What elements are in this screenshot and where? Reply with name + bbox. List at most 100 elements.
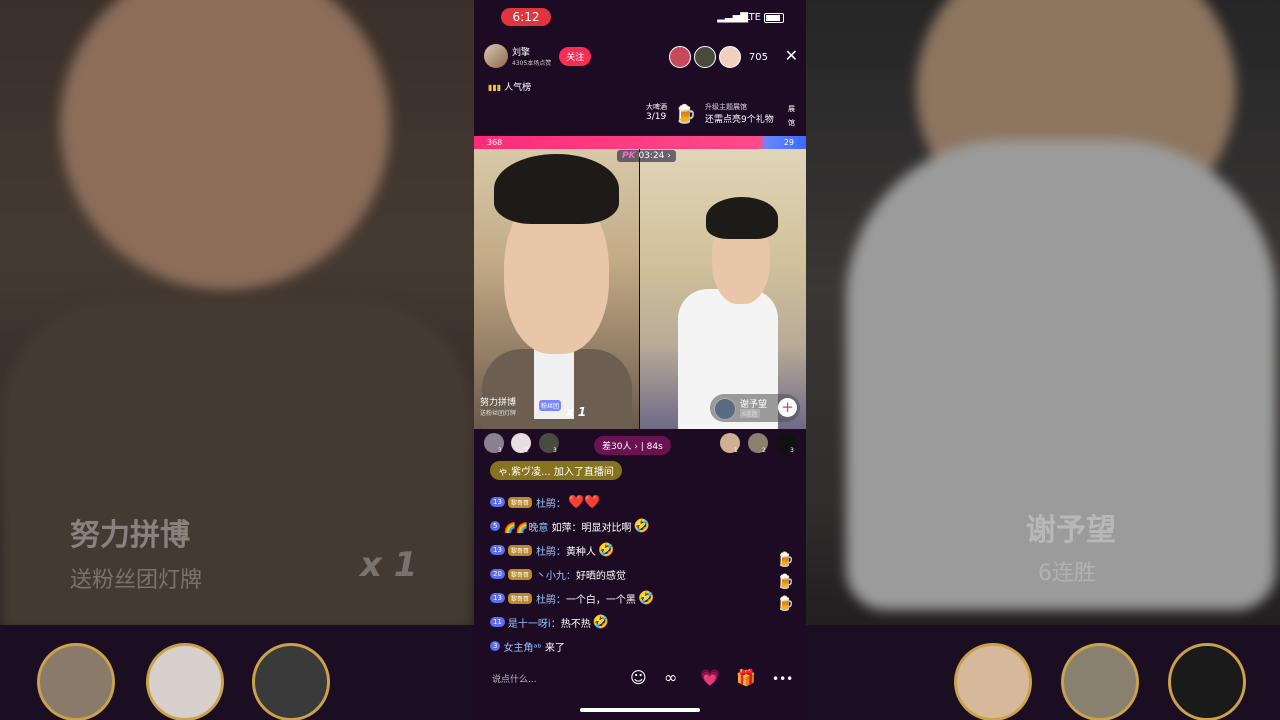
input-bar: 说点什么... ☺ ∞ 💗 🎁 •••	[474, 664, 806, 694]
hair-shape	[706, 197, 778, 239]
chat-username[interactable]: 杜鹃：	[536, 543, 566, 558]
host-info[interactable]: 刘擎 4305本场点赞 关注	[484, 44, 592, 68]
score-difference[interactable]: 差30人 › | 84s	[594, 436, 671, 455]
pk-right-score: 29	[783, 138, 794, 147]
event-line1: 升级主题展馆	[705, 103, 747, 111]
chat-text: 热不热	[560, 618, 591, 630]
chat-username[interactable]: 🌈🌈晚意	[503, 519, 548, 534]
host-text: 刘擎 4305本场点赞	[512, 45, 551, 67]
hair-shape	[494, 154, 619, 224]
exhibit-hall-link[interactable]: 展馆	[788, 102, 796, 130]
pk-timer[interactable]: PK 03:24 ›	[617, 150, 676, 162]
pk-left-score: 368	[487, 138, 503, 147]
chat-message[interactable]: 3 女主角ᵃᵇ 来了	[490, 634, 780, 658]
background-multiplier: x 1	[360, 545, 418, 585]
link-mic-icon[interactable]: ∞	[664, 668, 677, 687]
network-label: LTE	[744, 12, 761, 23]
emoji: 🤣	[633, 518, 650, 534]
gift-icon[interactable]: 🍺	[777, 552, 794, 568]
popularity-rank[interactable]: ▮▮▮ 人气榜	[488, 80, 531, 93]
background-left-sub: 送粉丝团灯牌	[70, 568, 203, 593]
user-level-badge: 13	[490, 545, 505, 555]
left-streamer-video[interactable]	[474, 149, 639, 429]
emoji-icon[interactable]: ☺	[630, 668, 647, 687]
chat-username[interactable]: 杜鹃：	[536, 495, 566, 510]
left-streamer-sub: 送粉丝团灯牌	[480, 410, 517, 417]
home-indicator[interactable]	[580, 708, 700, 712]
close-icon[interactable]: ✕	[785, 46, 798, 65]
more-icon[interactable]: •••	[772, 672, 793, 686]
supporter-rank: 1	[734, 447, 738, 454]
background-right-streamer: 谢予望 6连胜	[806, 0, 1280, 720]
comment-input[interactable]: 说点什么...	[492, 672, 537, 685]
win-streak: 6连胜	[740, 409, 760, 418]
supporter-rank: 2	[762, 447, 766, 454]
chat-username[interactable]: 丶小九：	[536, 567, 576, 582]
viewer-count[interactable]: 705	[749, 52, 768, 63]
follow-plus-button[interactable]: +	[778, 398, 797, 417]
like-icon[interactable]: 💗	[700, 668, 720, 687]
fan-club-badge[interactable]: 粉丝团	[539, 400, 562, 411]
battery-icon	[764, 13, 784, 23]
background-bottom-bar	[0, 625, 474, 720]
join-notice: ゃ.紫ヴ凌... 加入了直播间	[490, 461, 622, 480]
viewer-avatar[interactable]	[718, 46, 741, 68]
side-gift-icons[interactable]: 🍺 🍺 🍺	[777, 552, 794, 618]
beer-icon: 🍺	[674, 104, 697, 125]
chat-message[interactable]: 5 🌈🌈晚意 如萍：明显对比啊 🤣	[490, 514, 780, 538]
background-left-streamer: 努力拼博 送粉丝团灯牌 x 1	[0, 0, 474, 720]
background-supporter-avatar	[37, 643, 115, 720]
supporter-rank: 3	[790, 447, 794, 454]
background-right-name: 谢予望	[1026, 513, 1116, 548]
host-avatar[interactable]	[484, 44, 508, 68]
event-info[interactable]: 升级主题展馆 还需点亮9个礼物	[705, 102, 774, 125]
event-count: 3/19	[646, 112, 667, 122]
gift-icon[interactable]: 🍺	[777, 574, 794, 590]
rank-bars-icon: ▮▮▮	[488, 83, 502, 92]
emoji: ❤️❤️	[567, 494, 601, 510]
gift-icon[interactable]: 🎁	[736, 668, 756, 687]
left-streamer-card[interactable]: 努力拼博 送粉丝团灯牌	[480, 395, 516, 417]
chat-text: 如萍：明显对比啊	[551, 522, 632, 534]
fan-tag: 黎哥哥	[507, 496, 532, 508]
event-title: 大啤酒	[646, 103, 667, 111]
chat-text: 来了	[544, 642, 565, 654]
background-dim	[806, 0, 1280, 720]
rank-label: 人气榜	[504, 83, 532, 93]
pk-score-bar: 368 29	[474, 136, 806, 149]
user-level-badge: 13	[490, 497, 505, 507]
user-level-badge: 13	[490, 593, 505, 603]
event-progress[interactable]: 大啤酒 3/19	[646, 102, 667, 122]
status-bar: 6:12 ▂▃▅▇ LTE	[474, 0, 806, 34]
user-level-badge: 11	[490, 617, 505, 627]
chat-message[interactable]: 13 黎哥哥 杜鹃： 黄种人 🤣	[490, 538, 780, 562]
chat-username[interactable]: 杜鹃：	[536, 591, 566, 606]
chat-username[interactable]: 女主角ᵃᵇ	[503, 639, 541, 654]
emoji: 🤣	[592, 614, 609, 630]
user-level-badge: 5	[490, 521, 501, 531]
rank-badge-icon	[714, 398, 736, 420]
live-stream-screen: 6:12 ▂▃▅▇ LTE 刘擎 4305本场点赞 关注 705 ✕ ▮▮▮ 人…	[474, 0, 806, 720]
chat-username[interactable]: 是十一呀i：	[508, 615, 561, 630]
chat-text: 一个白，一个黑	[565, 594, 636, 606]
chat-message[interactable]: 20 黎哥哥 丶小九： 好晒的感觉	[490, 562, 780, 586]
viewer-avatar[interactable]	[693, 46, 716, 68]
background-supporter-avatar	[146, 643, 224, 720]
right-streamer-video[interactable]	[640, 149, 806, 429]
gift-icon[interactable]: 🍺	[777, 596, 794, 612]
chat-message[interactable]: 13 黎哥哥 杜鹃： 一个白，一个黑 🤣	[490, 586, 780, 610]
user-level-badge: 3	[490, 641, 501, 651]
chat-message[interactable]: 11 是十一呀i： 热不热 🤣	[490, 610, 780, 634]
fan-tag: 黎哥哥	[507, 568, 532, 580]
background-supporter-avatar	[954, 643, 1032, 720]
right-streamer-card[interactable]: 谢予望 6连胜 +	[710, 394, 800, 422]
pk-label: PK	[622, 151, 636, 161]
background-right-wins: 6连胜	[1038, 561, 1096, 586]
follow-button[interactable]: 关注	[559, 46, 592, 66]
background-supporter-avatar	[1168, 643, 1246, 720]
viewer-list[interactable]: 705	[666, 46, 768, 68]
chat-list: 13 黎哥哥 杜鹃： ❤️❤️ 5 🌈🌈晚意 如萍：明显对比啊 🤣 13 黎哥哥 杜鹃： 黄种人…	[490, 490, 780, 658]
background-supporter-avatar	[1061, 643, 1139, 720]
viewer-avatar[interactable]	[668, 46, 691, 68]
chat-message[interactable]: 13 黎哥哥 杜鹃： ❤️❤️	[490, 490, 780, 514]
